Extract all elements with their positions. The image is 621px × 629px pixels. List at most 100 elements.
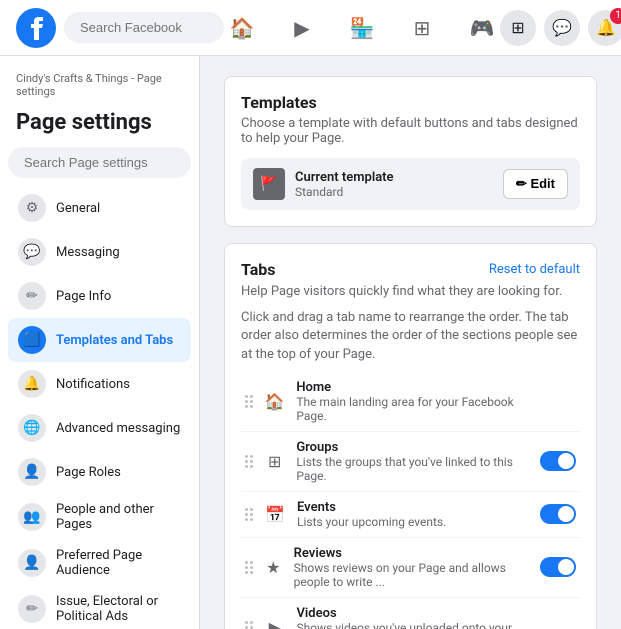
tab-name-groups: Groups <box>296 440 540 455</box>
tabs-card: Tabs Reset to default Help Page visitors… <box>224 243 597 629</box>
sidebar-item-advanced-messaging[interactable]: 🌐 Advanced messaging <box>8 406 191 450</box>
sidebar-label-issue-electoral: Issue, Electoral or Political Ads <box>56 594 181 624</box>
tab-info-events: Events Lists your upcoming events. <box>297 500 446 529</box>
tab-icon-reviews: ★ <box>261 553 286 581</box>
templates-desc: Choose a template with default buttons a… <box>241 116 580 146</box>
drag-handle-groups[interactable] <box>245 455 253 468</box>
sidebar-label-templates-tabs: Templates and Tabs <box>56 333 173 348</box>
template-info: Current template Standard <box>295 170 394 199</box>
main-layout: Cindy's Crafts & Things - Page settings … <box>0 56 621 629</box>
tabs-section-title: Tabs <box>241 260 276 279</box>
messenger-button[interactable]: 💬 <box>544 10 580 46</box>
nav-center-icons: 🏠 ▶ 🏪 ⊞ 🎮 <box>224 10 500 46</box>
drag-handle-events[interactable] <box>245 508 253 521</box>
tab-info-videos: Videos Shows videos you've uploaded onto… <box>296 606 540 629</box>
tab-name-home: Home <box>296 380 541 395</box>
tab-left-groups: ⊞ Groups Lists the groups that you've li… <box>245 440 540 483</box>
sidebar-icon-templates-tabs: 🟦 <box>18 326 46 354</box>
home-nav-icon[interactable]: 🏠 <box>224 10 260 46</box>
templates-card: Templates Choose a template with default… <box>224 76 597 227</box>
tab-name-reviews: Reviews <box>294 546 540 561</box>
templates-title: Templates <box>241 93 580 112</box>
reset-to-default-link[interactable]: Reset to default <box>489 262 580 277</box>
tab-icon-groups: ⊞ <box>261 447 288 475</box>
sidebar-label-preferred-audience: Preferred Page Audience <box>56 548 181 578</box>
sidebar: Cindy's Crafts & Things - Page settings … <box>0 56 200 629</box>
page-title: Page settings <box>8 106 191 147</box>
tabs-header: Tabs Reset to default <box>241 260 580 279</box>
drag-handle-reviews[interactable] <box>245 561 253 574</box>
drag-handle-home[interactable] <box>245 395 253 408</box>
tab-desc-events: Lists your upcoming events. <box>297 515 446 529</box>
template-left: 🚩 Current template Standard <box>253 168 394 200</box>
sidebar-item-page-roles[interactable]: 👤 Page Roles <box>8 450 191 494</box>
tab-icon-events: 📅 <box>261 500 289 528</box>
tab-icon-home: 🏠 <box>261 387 288 415</box>
sidebar-search-input[interactable] <box>8 147 191 178</box>
sidebar-label-advanced-messaging: Advanced messaging <box>56 421 180 436</box>
sidebar-item-page-info[interactable]: ✏ Page Info <box>8 274 191 318</box>
sidebar-icon-page-roles: 👤 <box>18 458 46 486</box>
marketplace-nav-icon[interactable]: 🏪 <box>344 10 380 46</box>
sidebar-icon-advanced-messaging: 🌐 <box>18 414 46 442</box>
template-type: Standard <box>295 185 394 199</box>
tab-info-reviews: Reviews Shows reviews on your Page and a… <box>294 546 540 589</box>
sidebar-item-notifications[interactable]: 🔔 Notifications <box>8 362 191 406</box>
tab-desc-reviews: Shows reviews on your Page and allows pe… <box>294 561 540 589</box>
notification-badge: 1 <box>610 8 621 24</box>
nav-left <box>16 8 224 48</box>
tab-desc-videos: Shows videos you've uploaded onto your P… <box>296 621 540 629</box>
tab-left-events: 📅 Events Lists your upcoming events. <box>245 500 446 529</box>
sidebar-label-general: General <box>56 201 100 216</box>
facebook-logo <box>16 8 56 48</box>
nav-search-input[interactable] <box>64 12 224 43</box>
sidebar-label-page-info: Page Info <box>56 289 111 304</box>
tab-info-home: Home The main landing area for your Face… <box>296 380 541 423</box>
tab-name-videos: Videos <box>296 606 540 621</box>
tab-left-videos: ▶ Videos Shows videos you've uploaded on… <box>245 606 541 629</box>
sidebar-icon-page-info: ✏ <box>18 282 46 310</box>
tabs-desc1: Help Page visitors quickly find what the… <box>241 283 580 301</box>
tab-left-home: 🏠 Home The main landing area for your Fa… <box>245 380 541 423</box>
apps-button[interactable]: ⊞ <box>500 10 536 46</box>
nav-right: ⊞ 💬 🔔 1 ▼ <box>500 10 621 46</box>
sidebar-item-messaging[interactable]: 💬 Messaging <box>8 230 191 274</box>
tab-item-groups: ⊞ Groups Lists the groups that you've li… <box>241 432 580 492</box>
sidebar-icon-issue-electoral: ✏ <box>18 595 46 623</box>
watch-nav-icon[interactable]: ▶ <box>284 10 320 46</box>
tab-toggle-groups[interactable] <box>540 451 576 471</box>
tab-desc-home: The main landing area for your Facebook … <box>296 395 541 423</box>
tab-toggle-reviews[interactable] <box>540 557 576 577</box>
sidebar-item-preferred-audience[interactable]: 👤 Preferred Page Audience <box>8 540 191 586</box>
sidebar-icon-notifications: 🔔 <box>18 370 46 398</box>
sidebar-icon-people-pages: 👥 <box>18 503 46 531</box>
edit-template-button[interactable]: ✏ Edit <box>503 169 568 199</box>
tab-item-home: 🏠 Home The main landing area for your Fa… <box>241 372 580 432</box>
tab-toggle-events[interactable] <box>540 504 576 524</box>
breadcrumb: Cindy's Crafts & Things - Page settings <box>8 68 191 106</box>
sidebar-item-issue-electoral[interactable]: ✏ Issue, Electoral or Political Ads <box>8 586 191 629</box>
sidebar-item-general[interactable]: ⚙ General <box>8 186 191 230</box>
groups-nav-icon[interactable]: ⊞ <box>404 10 440 46</box>
sidebar-item-people-pages[interactable]: 👥 People and other Pages <box>8 494 191 540</box>
drag-handle-videos[interactable] <box>245 621 253 629</box>
gaming-nav-icon[interactable]: 🎮 <box>464 10 500 46</box>
tab-icon-videos: ▶ <box>261 613 288 629</box>
tab-item-events: 📅 Events Lists your upcoming events. <box>241 492 580 538</box>
sidebar-icon-preferred-audience: 👤 <box>18 549 46 577</box>
main-content: Templates Choose a template with default… <box>200 56 621 629</box>
tab-desc-groups: Lists the groups that you've linked to t… <box>296 455 540 483</box>
top-navigation: 🏠 ▶ 🏪 ⊞ 🎮 ⊞ 💬 🔔 1 ▼ <box>0 0 621 56</box>
sidebar-label-people-pages: People and other Pages <box>56 502 181 532</box>
notifications-button[interactable]: 🔔 1 <box>588 10 621 46</box>
tab-item-videos: ▶ Videos Shows videos you've uploaded on… <box>241 598 580 629</box>
sidebar-icon-messaging: 💬 <box>18 238 46 266</box>
tabs-desc2: Click and drag a tab name to rearrange t… <box>241 309 580 364</box>
sidebar-label-messaging: Messaging <box>56 245 120 260</box>
template-icon: 🚩 <box>253 168 285 200</box>
template-row: 🚩 Current template Standard ✏ Edit <box>241 158 580 210</box>
sidebar-item-templates-tabs[interactable]: 🟦 Templates and Tabs <box>8 318 191 362</box>
sidebar-icon-general: ⚙ <box>18 194 46 222</box>
tab-name-events: Events <box>297 500 446 515</box>
tab-left-reviews: ★ Reviews Shows reviews on your Page and… <box>245 546 540 589</box>
